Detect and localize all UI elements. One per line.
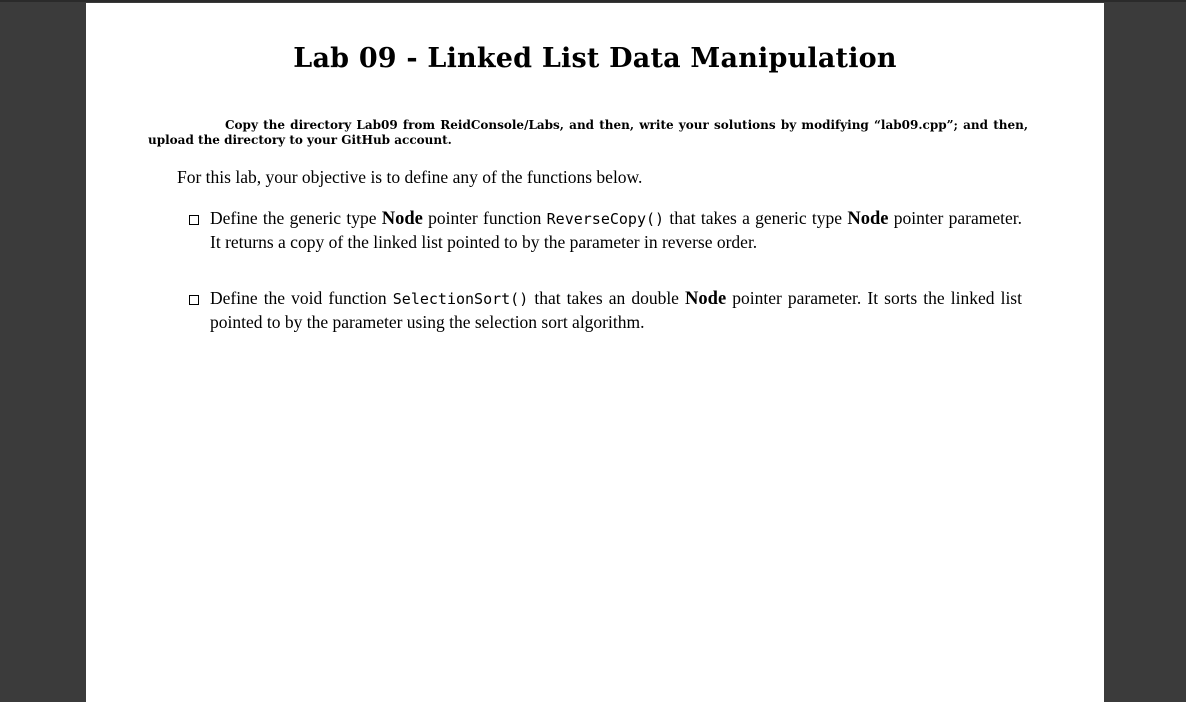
type-name: Node bbox=[381, 209, 423, 229]
checkbox-icon bbox=[189, 215, 199, 225]
type-name: Node bbox=[685, 289, 727, 309]
item-text: that takes a generic type bbox=[664, 208, 848, 228]
document-page: Lab 09 - Linked List Data Manipulation C… bbox=[86, 3, 1104, 702]
type-name: Node bbox=[847, 209, 889, 229]
abstract-paragraph: Copy the directory Lab09 from ReidConsol… bbox=[148, 118, 1028, 147]
item-text: Define the void function bbox=[210, 288, 393, 308]
checkbox-icon bbox=[189, 295, 199, 305]
item-text: pointer function bbox=[422, 208, 547, 228]
function-name: ReverseCopy() bbox=[546, 210, 665, 228]
viewer-top-border bbox=[0, 0, 1186, 2]
list-item: Define the void function SelectionSort()… bbox=[189, 287, 1022, 334]
item-text: that takes an double bbox=[528, 288, 686, 308]
item-text: Define the generic type bbox=[210, 208, 382, 228]
list-item: Define the generic type Node pointer fun… bbox=[189, 207, 1022, 254]
intro-paragraph: For this lab, your objective is to defin… bbox=[177, 167, 643, 187]
pdf-viewer: Lab 09 - Linked List Data Manipulation C… bbox=[0, 0, 1186, 702]
page-title: Lab 09 - Linked List Data Manipulation bbox=[293, 43, 897, 74]
function-name: SelectionSort() bbox=[392, 290, 529, 308]
